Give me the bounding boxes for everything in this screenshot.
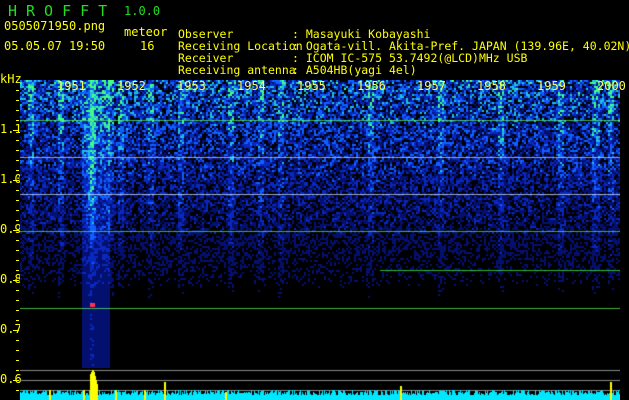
time-label: 1959 xyxy=(537,79,566,93)
y-tick xyxy=(16,190,19,191)
y-tick xyxy=(16,220,19,221)
y-tick xyxy=(13,130,19,131)
info-value: A504HB(yagi 4el) xyxy=(305,63,417,78)
y-tick xyxy=(16,270,19,271)
y-tick-label: 0.7 xyxy=(0,322,22,336)
y-tick xyxy=(16,170,19,171)
y-tick xyxy=(16,210,19,211)
y-tick-label: 1.0 xyxy=(0,172,22,186)
y-tick xyxy=(16,160,19,161)
y-tick xyxy=(16,140,19,141)
y-tick xyxy=(16,300,19,301)
meteor-intensity-bar xyxy=(20,368,620,400)
y-tick xyxy=(16,100,19,101)
y-tick xyxy=(13,280,19,281)
time-label: 1954 xyxy=(237,79,266,93)
y-tick xyxy=(16,150,19,151)
y-tick xyxy=(16,370,19,371)
y-tick xyxy=(13,330,19,331)
y-tick xyxy=(16,120,19,121)
meteor-count: 16 xyxy=(140,39,155,53)
time-label: 1956 xyxy=(357,79,386,93)
y-tick xyxy=(16,240,19,241)
y-tick xyxy=(16,110,19,111)
y-tick xyxy=(13,230,19,231)
y-tick xyxy=(16,320,19,321)
y-tick-label: 1.1 xyxy=(0,122,22,136)
time-label: 1951 xyxy=(57,79,86,93)
y-tick-label: 0.8 xyxy=(0,272,22,286)
time-label: 2000 xyxy=(597,79,626,93)
y-tick-label: 0.9 xyxy=(0,222,22,236)
spectrogram xyxy=(20,80,620,368)
y-tick xyxy=(16,390,19,391)
time-label: 1957 xyxy=(417,79,446,93)
y-tick xyxy=(16,290,19,291)
station-info: Observer: Masayuki Kobayashi Receiving Lo… xyxy=(178,3,629,89)
info-row: Receiving antenna: A504HB(yagi 4el) xyxy=(178,63,417,78)
y-tick xyxy=(16,310,19,311)
y-tick xyxy=(16,200,19,201)
meteor-label: meteor xyxy=(124,25,168,39)
filename: 0505071950.png xyxy=(4,19,106,33)
info-label: Receiving antenna xyxy=(178,63,296,78)
y-tick xyxy=(16,350,19,351)
y-tick xyxy=(13,180,19,181)
time-label: 1952 xyxy=(117,79,146,93)
time-label: 1958 xyxy=(477,79,506,93)
y-tick xyxy=(16,360,19,361)
y-tick xyxy=(16,90,19,91)
time-label: 1953 xyxy=(177,79,206,93)
y-tick-label: 0.6 xyxy=(0,372,22,386)
app-title: HROFFT xyxy=(8,2,117,20)
time-label: 1955 xyxy=(297,79,326,93)
app-version: 1.0.0 xyxy=(124,4,161,18)
y-tick xyxy=(16,340,19,341)
y-tick xyxy=(16,250,19,251)
y-tick xyxy=(16,260,19,261)
datetime: 05.05.07 19:50 xyxy=(4,39,106,53)
unit-label: kHz xyxy=(0,72,22,86)
y-tick xyxy=(13,380,19,381)
